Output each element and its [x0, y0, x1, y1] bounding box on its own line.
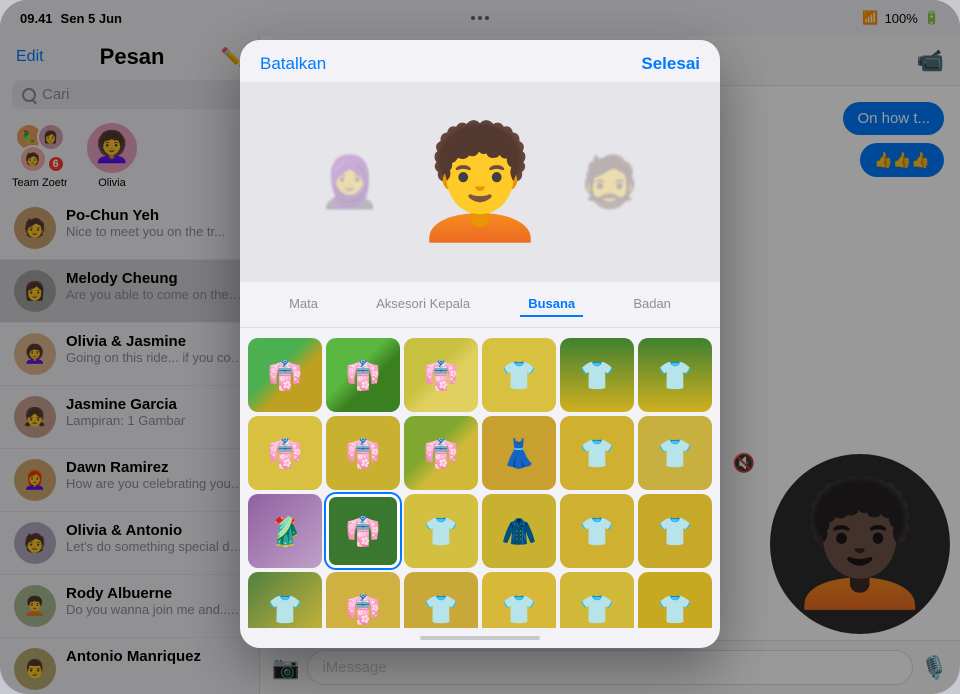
clothing-icon-3: 👕 [502, 359, 537, 392]
clothing-item-2[interactable]: 👘 [404, 338, 478, 412]
clothing-icon-23: 👕 [658, 593, 693, 626]
clothing-icon-14: 👕 [424, 515, 459, 548]
clothing-icon-13: 👘 [346, 515, 381, 548]
clothing-item-21[interactable]: 👕 [482, 572, 556, 628]
clothing-item-10[interactable]: 👕 [560, 416, 634, 490]
preview-left-emoji: 🧕 [319, 153, 381, 212]
clothing-icon-7: 👘 [346, 437, 381, 470]
clothing-icon-21: 👕 [502, 593, 537, 626]
clothing-item-12[interactable]: 🥻 [248, 494, 322, 568]
clothing-icon-16: 👕 [580, 515, 615, 548]
clothing-icon-5: 👕 [658, 359, 693, 392]
clothing-grid: 👘 👘 👘 👕 👕 👕 [240, 328, 720, 628]
clothing-icon-19: 👘 [346, 593, 381, 626]
clothing-icon-22: 👕 [580, 593, 615, 626]
clothing-item-4[interactable]: 👕 [560, 338, 634, 412]
clothing-icon-12: 🥻 [268, 515, 303, 548]
clothing-item-11[interactable]: 👕 [638, 416, 712, 490]
clothing-icon-18: 👕 [268, 593, 303, 626]
preview-right-emoji: 🧔 [579, 153, 641, 212]
clothing-item-9[interactable]: 👗 [482, 416, 556, 490]
clothing-icon-4: 👕 [580, 359, 615, 392]
preview-center-emoji: 🧑‍🦱 [412, 118, 549, 247]
clothing-item-8[interactable]: 👘 [404, 416, 478, 490]
clothing-icon-8: 👘 [424, 437, 459, 470]
tab-badan[interactable]: Badan [625, 292, 679, 317]
clothing-icon-2: 👘 [424, 359, 459, 392]
clothing-item-20[interactable]: 👕 [404, 572, 478, 628]
clothing-item-23[interactable]: 👕 [638, 572, 712, 628]
preview-memoji-right: 🧔 [570, 142, 650, 222]
clothing-item-15[interactable]: 🧥 [482, 494, 556, 568]
clothing-icon-11: 👕 [658, 437, 693, 470]
clothing-item-3[interactable]: 👕 [482, 338, 556, 412]
clothing-item-5[interactable]: 👕 [638, 338, 712, 412]
clothing-icon-6: 👘 [268, 437, 303, 470]
clothing-item-22[interactable]: 👕 [560, 572, 634, 628]
clothing-icon-15: 🧥 [502, 515, 537, 548]
clothing-item-0[interactable]: 👘 [248, 338, 322, 412]
preview-memoji-left: 🧕 [310, 142, 390, 222]
category-tabs: Mata Aksesori Kepala Busana Badan [240, 282, 720, 328]
tab-mata[interactable]: Mata [281, 292, 326, 317]
clothing-item-19[interactable]: 👘 [326, 572, 400, 628]
ipad-screen: 09.41 Sen 5 Jun 📶 100% 🔋 Edit Pesan [0, 0, 960, 694]
clothing-item-18[interactable]: 👕 [248, 572, 322, 628]
clothing-icon-9: 👗 [502, 437, 537, 470]
tab-aksesori[interactable]: Aksesori Kepala [368, 292, 478, 317]
clothing-icon-10: 👕 [580, 437, 615, 470]
modal-cancel-button[interactable]: Batalkan [260, 54, 326, 74]
ipad-frame: 09.41 Sen 5 Jun 📶 100% 🔋 Edit Pesan [0, 0, 960, 694]
home-bar [420, 636, 540, 640]
clothing-item-7[interactable]: 👘 [326, 416, 400, 490]
clothing-icon-17: 👕 [658, 515, 693, 548]
memoji-preview-area: 🧕 🧑‍🦱 🧔 [240, 82, 720, 282]
modal-overlay: Batalkan Selesai 🧕 🧑‍🦱 🧔 [0, 0, 960, 694]
clothing-icon-1: 👘 [346, 359, 381, 392]
clothing-icon-20: 👕 [424, 593, 459, 626]
clothing-item-17[interactable]: 👕 [638, 494, 712, 568]
modal-header: Batalkan Selesai [240, 40, 720, 82]
preview-memoji-center: 🧑‍🦱 [410, 102, 550, 262]
clothing-item-14[interactable]: 👕 [404, 494, 478, 568]
clothing-item-13[interactable]: 👘 [326, 494, 400, 568]
clothing-item-16[interactable]: 👕 [560, 494, 634, 568]
modal-done-button[interactable]: Selesai [641, 54, 700, 74]
memoji-editor-modal: Batalkan Selesai 🧕 🧑‍🦱 🧔 [240, 40, 720, 648]
clothing-item-6[interactable]: 👘 [248, 416, 322, 490]
tab-busana[interactable]: Busana [520, 292, 583, 317]
clothing-item-1[interactable]: 👘 [326, 338, 400, 412]
clothing-icon-0: 👘 [268, 359, 303, 392]
